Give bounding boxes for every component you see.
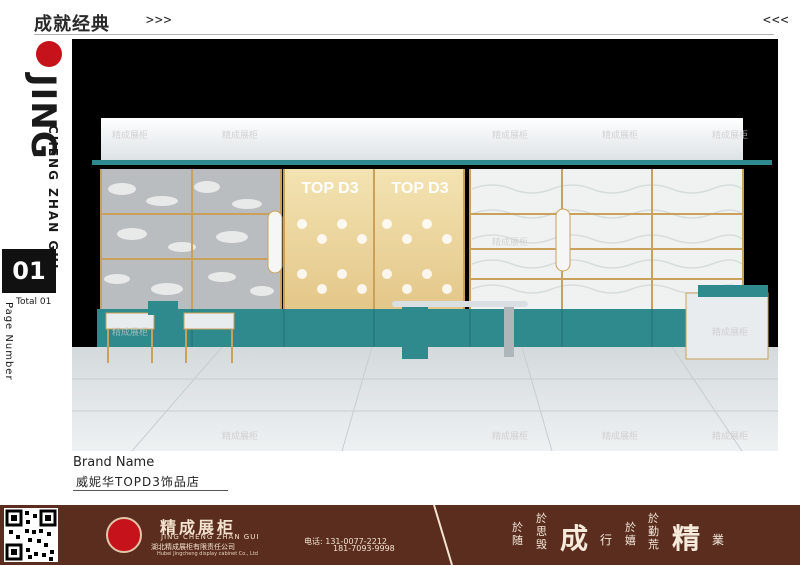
watermark-4: 精成展柜	[602, 129, 638, 141]
shop-sign-2: TOP D3	[391, 180, 448, 197]
watermark-8: 精成展柜	[712, 326, 748, 338]
brand-logo-icon	[36, 41, 62, 67]
slogan-6: 業	[712, 533, 725, 547]
page-title: 成就经典	[34, 14, 110, 35]
chevron-left-icon: <<<	[763, 13, 790, 28]
phone-label: 电话:	[304, 537, 323, 546]
page-total: Total 01	[16, 297, 52, 307]
page-number: 01	[2, 249, 56, 293]
slogan-big-1: 成	[560, 522, 589, 555]
watermark-11: 精成展柜	[602, 430, 638, 442]
phone-number-2: 181-7093-9998	[333, 544, 395, 553]
slogan-big-2: 精	[672, 522, 701, 555]
footer-divider-slash	[433, 505, 453, 565]
shop-sign-1: TOP D3	[301, 180, 358, 197]
store-name: 威妮华TOPD3饰品店	[76, 475, 200, 489]
slogan-5: 於勤荒	[648, 512, 659, 551]
watermark-3: 精成展柜	[492, 129, 528, 141]
watermark-5: 精成展柜	[712, 129, 748, 141]
caption-underline	[73, 490, 228, 491]
watermark-2: 精成展柜	[222, 129, 258, 141]
slogan-2: 於思毁	[536, 512, 547, 551]
watermark-10: 精成展柜	[492, 430, 528, 442]
watermark-12: 精成展柜	[712, 430, 748, 442]
header-divider	[34, 34, 774, 35]
slogan-1: 於随	[512, 521, 523, 547]
footer-logo-icon	[106, 517, 142, 553]
store-render-image: TOP D3 TOP D3 精成展柜 精成展柜 精成展柜 精成展柜 精成展柜 精…	[72, 39, 778, 451]
footer-company-en: Hubei Jingcheng display cabinet Co., Ltd	[157, 551, 258, 557]
watermark-1: 精成展柜	[112, 129, 148, 141]
qr-code-icon	[4, 508, 58, 562]
slogan-4: 於嬉	[625, 521, 636, 547]
watermark-9: 精成展柜	[222, 430, 258, 442]
page-number-label: Page Number	[3, 302, 14, 381]
footer-pinyin: JING CHENG ZHAN GUI	[161, 533, 260, 541]
slogan-3: 行	[600, 533, 613, 547]
brand-name-label: Brand Name	[73, 455, 155, 470]
watermark-7: 精成展柜	[112, 326, 148, 338]
watermark-6: 精成展柜	[492, 236, 528, 248]
chevron-right-icon: >>>	[146, 13, 173, 28]
